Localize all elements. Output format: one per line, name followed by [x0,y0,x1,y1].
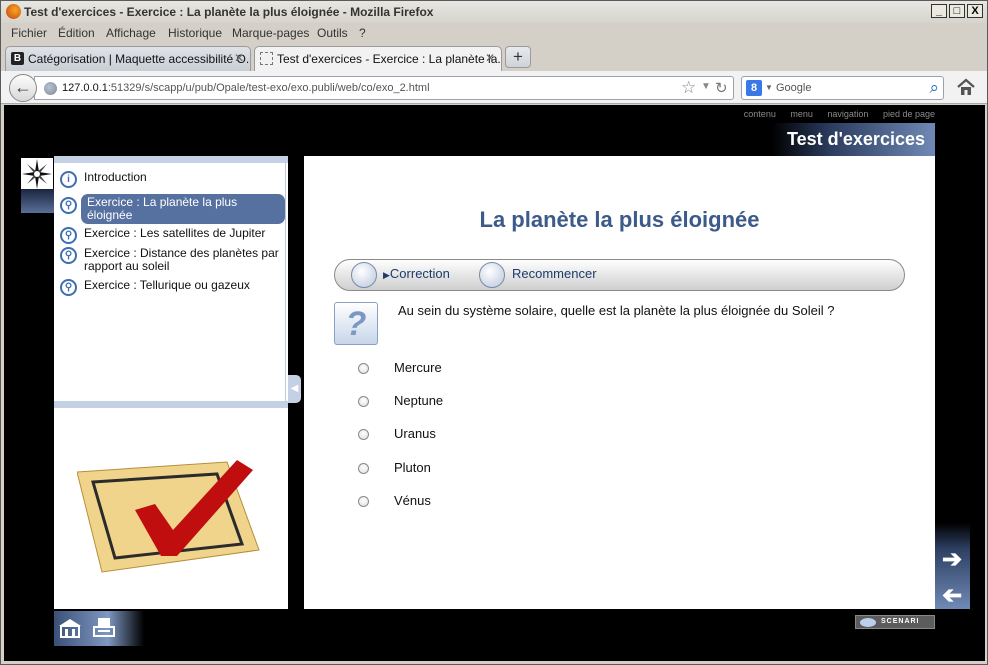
outline-item-label: Exercice : Les satellites de Jupiter [84,226,266,240]
skip-to-footer-link[interactable]: pied de page [883,109,935,119]
firefox-icon [6,4,21,19]
web-page: contenu menu navigation pied de page Tes… [4,105,985,661]
outline-item-planete-eloignee[interactable]: ⚲ Exercice : La planète la plus éloignée [60,194,285,227]
close-button[interactable]: X [967,4,983,18]
menu-fichier[interactable]: Fichier [11,26,47,40]
search-icon[interactable]: ⌕ [929,78,939,98]
print-icon[interactable] [92,617,116,639]
left-band-decoration [21,189,54,213]
home-building-icon[interactable] [58,617,82,639]
close-tab-icon[interactable]: ✕ [234,51,244,65]
scenari-label: SCENARI [881,618,920,625]
google-icon[interactable]: 8 [746,80,762,96]
menu-edition[interactable]: Édition [58,26,95,40]
search-bar[interactable]: 8 ▼ Google ⌕ [741,76,944,100]
module-title: Test d'exercices [772,123,935,156]
reload-icon[interactable]: ↻ [715,79,728,97]
key-icon[interactable] [351,262,377,288]
radio-button[interactable] [358,463,369,474]
navigation-bar: 127.0.0.1:51329/s/scapp/u/pub/Opale/test… [1,71,987,104]
eraser-icon[interactable] [479,262,505,288]
url-host: 127.0.0.1 [62,82,108,94]
exercise-toolbar: ▶Correction Recommencer [334,259,905,291]
menu-bar: Fichier Édition Affichage Historique Mar… [1,23,987,43]
new-tab-button[interactable]: + [505,46,531,68]
exercise-icon: ⚲ [60,279,77,296]
next-page-arrow-icon[interactable]: ➔ [939,547,965,573]
question-icon: ? [334,302,378,345]
choice-label: Vénus [394,493,431,508]
accessibility-links: contenu menu navigation pied de page [732,109,935,119]
choice-label: Pluton [394,460,431,475]
bookmark-star-icon[interactable]: ☆ [681,78,696,98]
exercise-icon: ⚲ [60,227,77,244]
outline-item-label: Exercice : Distance des planètes par rap… [84,246,279,273]
close-tab-icon[interactable]: ✕ [485,51,495,65]
title-bar: Test d'exercices - Exercice : La planète… [1,1,987,23]
correction-button[interactable]: ▶Correction [383,266,450,281]
back-button[interactable]: ← [9,74,37,102]
scenari-logo-icon [860,618,876,627]
menu-help[interactable]: ? [359,26,366,40]
menu-outils[interactable]: Outils [317,26,348,40]
radio-button[interactable] [358,429,369,440]
outline-list: i Introduction ⚲ Exercice : La planète l… [54,163,286,401]
outline-item-distance-planetes[interactable]: ⚲ Exercice : Distance des planètes par r… [60,247,284,277]
window-title: Test d'exercices - Exercice : La planète… [24,5,434,19]
question-text: Au sein du système solaire, quelle est l… [398,303,835,318]
outline-item-label: Introduction [84,170,147,184]
previous-page-arrow-icon[interactable]: ➔ [939,582,965,609]
outline-item-label: Exercice : Tellurique ou gazeux [84,278,250,292]
radio-button[interactable] [358,396,369,407]
url-bar[interactable]: 127.0.0.1:51329/s/scapp/u/pub/Opale/test… [34,76,734,100]
outline-item-satellites-jupiter[interactable]: ⚲ Exercice : Les satellites de Jupiter [60,226,284,244]
back-arrow-icon: ← [14,77,32,97]
tab-label: Catégorisation | Maquette accessibilité … [28,52,251,66]
scenari-badge[interactable]: SCENARI [855,615,935,629]
exercise-title: La planète la plus éloignée [479,207,760,232]
tab-categorisation[interactable]: B Catégorisation | Maquette accessibilit… [5,46,251,71]
choice-label: Mercure [394,360,442,375]
exercise-icon: ⚲ [60,247,77,264]
exercise-icon: ⚲ [60,197,77,214]
restart-button[interactable]: Recommencer [512,266,597,281]
tab-test-exercices[interactable]: Test d'exercices - Exercice : La planète… [254,46,502,71]
scroll-up-button[interactable] [54,156,288,163]
triangle-icon: ▶ [383,270,390,280]
choice-label: Neptune [394,393,444,408]
exercise-content: La planète la plus éloignée ▶Correction … [304,156,935,609]
choice-label: Uranus [394,426,436,441]
menu-historique[interactable]: Historique [168,26,222,40]
radio-button[interactable] [358,363,369,374]
outline-item-tellurique-gazeux[interactable]: ⚲ Exercice : Tellurique ou gazeux [60,278,284,296]
url-path: :51329/s/scapp/u/pub/Opale/test-exo/exo.… [107,82,430,94]
search-placeholder: Google [776,82,812,94]
home-icon[interactable] [956,77,976,97]
search-engine-dropdown-icon[interactable]: ▼ [765,83,773,92]
menu-marque-pages[interactable]: Marque-pages [232,26,309,40]
compass-star-icon [21,158,53,190]
skip-to-content-link[interactable]: contenu [744,109,776,119]
tab-favicon-b: B [11,52,24,65]
checkmark-illustration [77,460,260,573]
minimize-button[interactable]: _ [931,4,947,18]
tab-label: Test d'exercices - Exercice : La planète… [277,52,502,66]
radio-button[interactable] [358,496,369,507]
skip-to-navigation-link[interactable]: navigation [827,109,868,119]
info-icon: i [60,171,77,188]
menu-affichage[interactable]: Affichage [106,26,156,40]
correction-label: Correction [389,266,450,281]
globe-icon [44,82,57,95]
scroll-down-button[interactable] [54,401,288,408]
tab-favicon-blank [260,52,273,65]
footer-tools [54,611,144,646]
history-dropdown-icon[interactable]: ▼ [701,81,711,92]
skip-to-menu-link[interactable]: menu [790,109,813,119]
collapse-outline-button[interactable]: ◀ [288,375,301,403]
outline-item-label: Exercice : La planète la plus éloignée [81,194,285,224]
maximize-button[interactable]: □ [949,4,965,18]
tab-bar: B Catégorisation | Maquette accessibilit… [1,43,987,71]
browser-window: Test d'exercices - Exercice : La planète… [0,0,988,665]
outline-item-introduction[interactable]: i Introduction [60,170,284,188]
